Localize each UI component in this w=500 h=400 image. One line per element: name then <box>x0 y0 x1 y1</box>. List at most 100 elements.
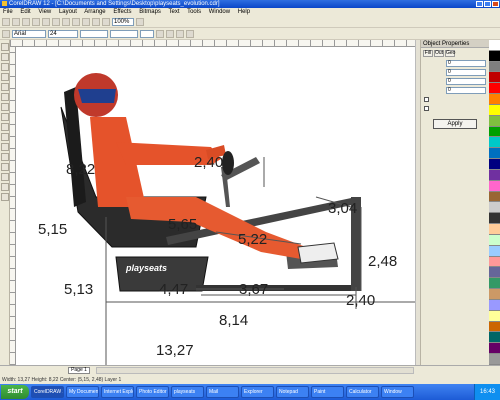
italic-button[interactable] <box>166 29 174 38</box>
taskbar-item[interactable]: My Documents <box>66 386 99 398</box>
docker-field[interactable]: 0 <box>446 69 486 76</box>
page-tab[interactable]: Page 1 <box>68 367 90 374</box>
color-swatch[interactable] <box>489 278 500 290</box>
option-field[interactable] <box>140 29 154 38</box>
taskbar-item[interactable]: Explorer <box>241 386 274 398</box>
zoom-tool-icon[interactable] <box>0 73 9 81</box>
color-swatch[interactable] <box>489 72 500 84</box>
docker-field[interactable]: 0 <box>446 60 486 67</box>
docker-checkbox[interactable] <box>424 106 429 111</box>
color-swatch[interactable] <box>489 343 500 355</box>
menu-arrange[interactable]: Arrange <box>84 9 105 15</box>
color-swatch[interactable] <box>489 224 500 235</box>
color-swatch[interactable] <box>489 213 500 225</box>
color-swatch[interactable] <box>489 354 500 365</box>
menu-file[interactable]: File <box>3 9 13 15</box>
polygon-tool-icon[interactable] <box>0 123 9 131</box>
basic-shapes-tool-icon[interactable] <box>0 133 9 141</box>
menu-edit[interactable]: Edit <box>20 9 30 15</box>
paste-button[interactable] <box>62 17 70 26</box>
menu-layout[interactable]: Layout <box>59 9 77 15</box>
text-tool-icon[interactable] <box>0 143 9 151</box>
freehand-tool-icon[interactable] <box>0 83 9 91</box>
maximize-button[interactable] <box>484 1 491 7</box>
color-swatch[interactable] <box>489 94 500 105</box>
outline-tool-icon[interactable] <box>0 173 9 181</box>
cut-button[interactable] <box>42 17 50 26</box>
taskbar-item[interactable]: Notepad <box>276 386 309 398</box>
taskbar-item[interactable]: Photo Editor <box>136 386 169 398</box>
color-swatch[interactable] <box>489 159 500 170</box>
horizontal-scrollbar[interactable] <box>96 367 414 374</box>
color-swatch[interactable] <box>489 321 500 333</box>
color-swatch[interactable] <box>489 191 500 203</box>
color-swatch[interactable] <box>489 137 500 149</box>
zoom-level-select[interactable]: 100% <box>112 17 134 26</box>
interactive-blend-tool-icon[interactable] <box>0 153 9 161</box>
copy-button[interactable] <box>52 17 60 26</box>
import-button[interactable] <box>92 17 100 26</box>
docker-tab-outline[interactable]: Out <box>434 50 444 57</box>
color-swatch[interactable] <box>489 245 500 257</box>
color-swatch[interactable] <box>489 148 500 160</box>
menu-effects[interactable]: Effects <box>113 9 131 15</box>
text-tool-option-icon[interactable] <box>2 29 10 38</box>
export-button[interactable] <box>102 17 110 26</box>
docker-field[interactable]: 0 <box>446 87 486 94</box>
menu-view[interactable]: View <box>38 9 51 15</box>
taskbar-item[interactable]: Window <box>381 386 414 398</box>
smart-fill-tool-icon[interactable] <box>0 93 9 101</box>
taskbar-item[interactable]: Paint <box>311 386 344 398</box>
crop-tool-icon[interactable] <box>0 63 9 71</box>
docker-tab-fill[interactable]: Fill <box>423 50 433 57</box>
menu-window[interactable]: Window <box>209 9 230 15</box>
docker-field[interactable]: 0 <box>446 78 486 85</box>
eyedropper-tool-icon[interactable] <box>0 163 9 171</box>
color-swatch[interactable] <box>489 234 500 246</box>
bold-button[interactable] <box>156 29 164 38</box>
color-swatch[interactable] <box>489 169 500 181</box>
rectangle-tool-icon[interactable] <box>0 103 9 111</box>
taskbar-item[interactable]: Internet Explorer <box>101 386 134 398</box>
docker-tab-general[interactable]: Geo <box>445 50 455 57</box>
shape-tool-icon[interactable] <box>0 53 9 61</box>
menu-text[interactable]: Text <box>168 9 179 15</box>
open-button[interactable] <box>12 17 20 26</box>
color-swatch[interactable] <box>489 289 500 300</box>
docker-checkbox[interactable] <box>424 97 429 102</box>
new-document-button[interactable] <box>2 17 10 26</box>
fill-tool-icon[interactable] <box>0 183 9 191</box>
menu-help[interactable]: Help <box>238 9 250 15</box>
taskbar-item[interactable]: Calculator <box>346 386 379 398</box>
color-swatch[interactable] <box>489 202 500 214</box>
save-button[interactable] <box>22 17 30 26</box>
start-button[interactable]: start <box>1 385 29 399</box>
menu-tools[interactable]: Tools <box>187 9 201 15</box>
font-name-select[interactable]: Arial <box>12 29 46 38</box>
font-style-select[interactable] <box>80 29 108 38</box>
color-swatch[interactable] <box>489 61 500 73</box>
print-button[interactable] <box>32 17 40 26</box>
taskbar-item[interactable]: CorelDRAW 12 <box>31 386 64 398</box>
align-button[interactable] <box>186 29 194 38</box>
minimize-button[interactable] <box>476 1 483 7</box>
menu-bitmaps[interactable]: Bitmaps <box>139 9 161 15</box>
drawing-canvas[interactable]: playseats 8,22 2,40 5,15 5,65 3,04 2,48 … <box>16 47 415 365</box>
color-swatch[interactable] <box>489 256 500 268</box>
close-button[interactable] <box>492 1 499 7</box>
color-swatch[interactable] <box>489 83 500 95</box>
ellipse-tool-icon[interactable] <box>0 113 9 121</box>
taskbar-item[interactable]: playseats <box>171 386 204 398</box>
pick-tool-icon[interactable] <box>0 43 9 51</box>
color-swatch[interactable] <box>489 310 500 322</box>
color-swatch[interactable] <box>489 104 500 116</box>
undo-button[interactable] <box>72 17 80 26</box>
snap-button[interactable] <box>136 17 144 26</box>
apply-button[interactable]: Apply <box>433 119 477 129</box>
horizontal-ruler[interactable] <box>10 40 415 47</box>
interactive-fill-tool-icon[interactable] <box>0 193 9 201</box>
taskbar-item[interactable]: Mail <box>206 386 239 398</box>
color-swatch[interactable] <box>489 50 500 62</box>
color-swatch[interactable] <box>489 115 500 127</box>
redo-button[interactable] <box>82 17 90 26</box>
